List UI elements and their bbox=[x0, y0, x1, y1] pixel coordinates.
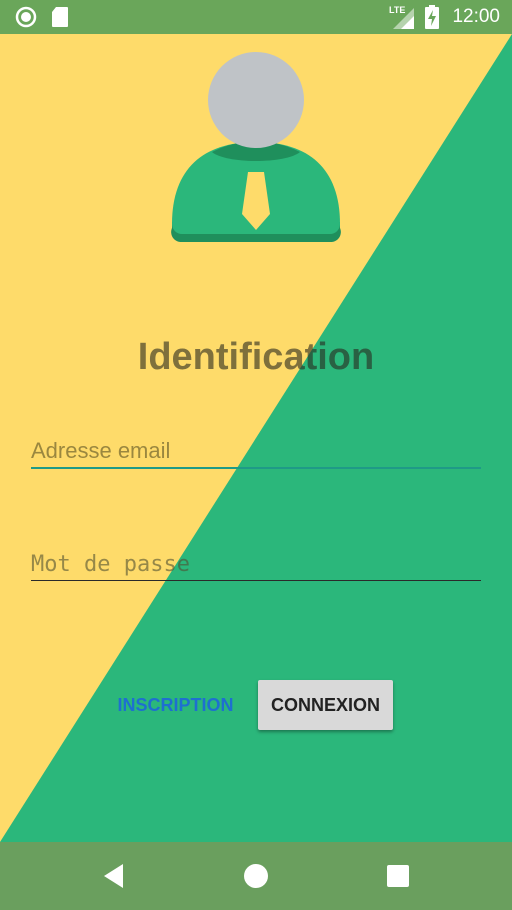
user-avatar-icon bbox=[168, 48, 344, 248]
inscription-button[interactable]: INSCRIPTION bbox=[108, 683, 243, 727]
navigation-bar bbox=[0, 842, 512, 910]
password-field[interactable]: Mot de passe bbox=[31, 552, 481, 581]
back-icon[interactable] bbox=[84, 842, 144, 910]
network-type-label: LTE bbox=[389, 5, 405, 15]
password-underline bbox=[31, 580, 481, 581]
circle-app-icon bbox=[14, 0, 38, 34]
sd-card-icon bbox=[50, 0, 70, 34]
signal-icon: LTE bbox=[388, 0, 416, 34]
clock-time: 12:00 bbox=[452, 6, 500, 27]
home-icon[interactable] bbox=[226, 842, 286, 910]
email-placeholder: Adresse email bbox=[31, 438, 171, 463]
email-field[interactable]: Adresse email bbox=[31, 438, 481, 469]
battery-charging-icon bbox=[424, 0, 440, 34]
connexion-button[interactable]: CONNEXION bbox=[258, 680, 393, 730]
status-bar: LTE 12:00 bbox=[0, 0, 512, 34]
recents-icon[interactable] bbox=[368, 842, 428, 910]
page-title: Identification bbox=[137, 336, 375, 378]
password-placeholder: Mot de passe bbox=[31, 552, 190, 577]
email-underline bbox=[31, 467, 481, 469]
